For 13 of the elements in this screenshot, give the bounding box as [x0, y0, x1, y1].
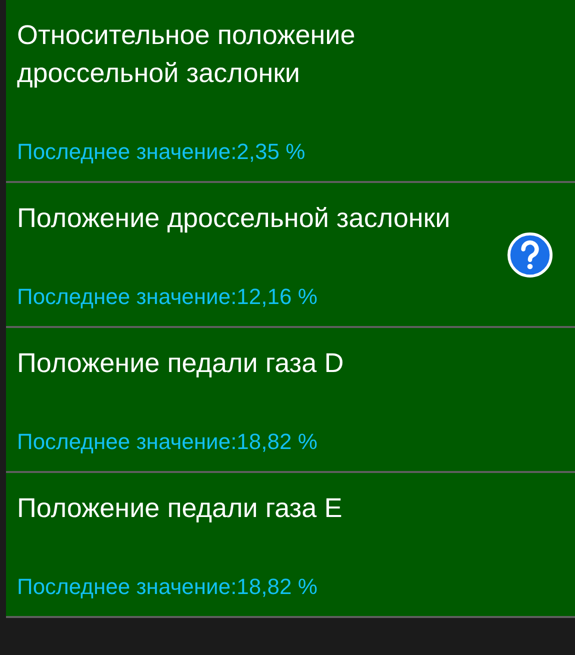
parameter-row[interactable]: Относительное положение дроссельной заслонки Последнее значение:2,35 %	[6, 0, 575, 183]
last-value: Последнее значение:18,82 %	[17, 573, 318, 601]
parameter-name: Положение педали газа D	[17, 347, 345, 380]
parameter-row[interactable]: Положение педали газа E Последнее значение:18,82 %	[6, 473, 575, 618]
parameter-row[interactable]: Положение дроссельной заслонки Последнее значение:12,16 %	[6, 183, 575, 328]
parameter-name: Относительное положение дроссельной заслонки	[17, 19, 356, 90]
last-value: Последнее значение:2,35 %	[17, 138, 306, 166]
last-value: Последнее значение:18,82 %	[17, 428, 318, 456]
parameter-name: Положение педали газа E	[17, 492, 344, 525]
parameter-name: Положение дроссельной заслонки	[17, 202, 452, 235]
last-value: Последнее значение:12,16 %	[17, 283, 318, 311]
help-icon[interactable]	[507, 232, 553, 278]
parameter-row[interactable]: Положение педали газа D Последнее значение:18,82 %	[6, 328, 575, 473]
